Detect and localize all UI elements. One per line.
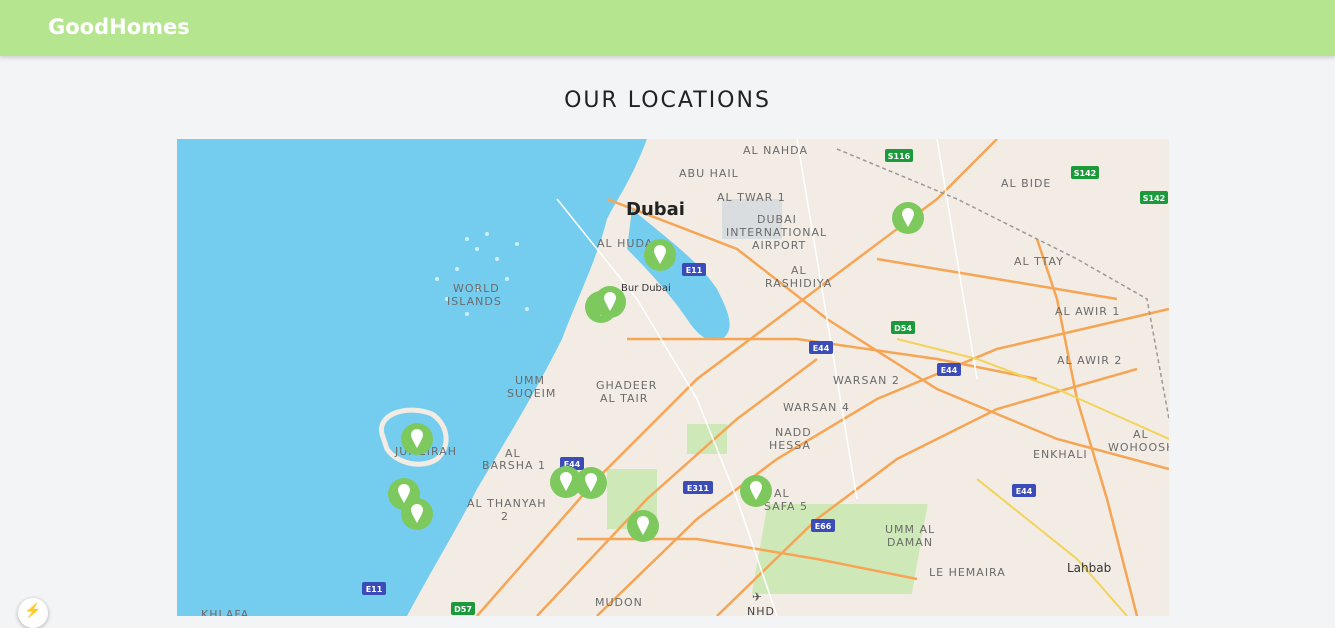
- map-label-warsan-4: WARSAN 4: [783, 401, 850, 414]
- map-label-al-rashidiya-1: AL: [791, 264, 807, 277]
- map-label-airport-1: DUBAI: [757, 213, 797, 226]
- shield-d54: D54: [894, 324, 912, 333]
- map-label-nhd: NHD: [747, 605, 775, 616]
- map-label-nadd-1: NADD: [775, 426, 812, 439]
- shield-d57: D57: [454, 605, 472, 614]
- map-label-ghadeer-1: GHADEER: [596, 379, 657, 392]
- map-label-thanyah-1: AL THANYAH: [467, 497, 547, 510]
- page-title: OUR LOCATIONS: [564, 88, 771, 113]
- map-label-al-huda: AL HUDA: [597, 237, 653, 250]
- map-label-airport-3: AIRPORT: [752, 239, 806, 252]
- map-label-abu-hail: ABU HAIL: [679, 167, 739, 180]
- map-label-nadd-2: HESSA: [769, 439, 811, 452]
- map-label-warsan-2: WARSAN 2: [833, 374, 900, 387]
- map-label-umm-suqeim-1: UMM: [515, 374, 545, 387]
- shield-e11-b: E11: [366, 585, 383, 594]
- map-label-mudon: MUDON: [595, 596, 643, 609]
- shield-e66: E66: [815, 522, 832, 531]
- map-label-le-hemaira: LE HEMAIRA: [929, 566, 1006, 579]
- map-label-al-awir-1: AL AWIR 1: [1055, 305, 1120, 318]
- shield-s116: S116: [888, 152, 911, 161]
- map-label-khlafa: KHLAFA: [201, 608, 249, 616]
- map-label-thanyah-2: 2: [501, 510, 509, 523]
- map-label-safa-1: AL: [774, 487, 790, 500]
- map-label-lahbab: Lahbab: [1067, 561, 1111, 575]
- shield-e44-a: E44: [813, 344, 830, 353]
- map-label-umm-suqeim-2: SUQEIM: [507, 387, 556, 400]
- map-label-al-nahda: AL NAHDA: [743, 144, 808, 157]
- map-label-al-awir-2: AL AWIR 2: [1057, 354, 1122, 367]
- map-label-world-2: ISLANDS: [447, 295, 502, 308]
- shield-e44-d: E44: [1016, 487, 1033, 496]
- map-label-umm-al-daman-2: DAMAN: [887, 536, 933, 549]
- airport-icon: ✈: [752, 590, 762, 604]
- brand-logo[interactable]: GoodHomes: [48, 15, 190, 39]
- map-label-al-twar: AL TWAR 1: [717, 191, 786, 204]
- lightning-icon[interactable]: ⚡: [18, 598, 48, 628]
- map-label-airport-2: INTERNATIONAL: [726, 226, 827, 239]
- map-label-wohoosh-1: AL: [1133, 428, 1149, 441]
- map-label-world-1: WORLD: [453, 282, 500, 295]
- map-label-safa-2: SAFA 5: [764, 500, 808, 513]
- shield-s142-b: S142: [1143, 194, 1165, 203]
- map-label-al-rashidiya-2: RASHIDIYA: [765, 277, 832, 290]
- locations-map[interactable]: Dubai Bur Dubai AL NAHDA ABU HAIL AL TWA…: [177, 139, 1169, 616]
- shield-e311: E311: [687, 484, 710, 493]
- top-navbar: GoodHomes: [0, 0, 1335, 56]
- map-label-al-ttay: AL TTAY: [1014, 255, 1064, 268]
- map-label-umm-al-daman-1: UMM AL: [885, 523, 935, 536]
- map-label-al-bidea: AL BIDE: [1001, 177, 1051, 190]
- map-label-wohoosh-2: WOHOOSH: [1108, 441, 1169, 454]
- map-label-dubai: Dubai: [626, 199, 685, 220]
- map-label-ghadeer-2: AL TAIR: [600, 392, 648, 405]
- map-label-enkhali: ENKHALI: [1033, 448, 1088, 461]
- map-label-bur-dubai: Bur Dubai: [621, 283, 671, 294]
- shield-e11-a: E11: [686, 266, 703, 275]
- map-label-barsha-2: BARSHA 1: [482, 459, 546, 472]
- shield-e44-b: E44: [941, 366, 958, 375]
- shield-s142-a: S142: [1074, 169, 1096, 178]
- map-canvas[interactable]: Dubai Bur Dubai AL NAHDA ABU HAIL AL TWA…: [177, 139, 1169, 616]
